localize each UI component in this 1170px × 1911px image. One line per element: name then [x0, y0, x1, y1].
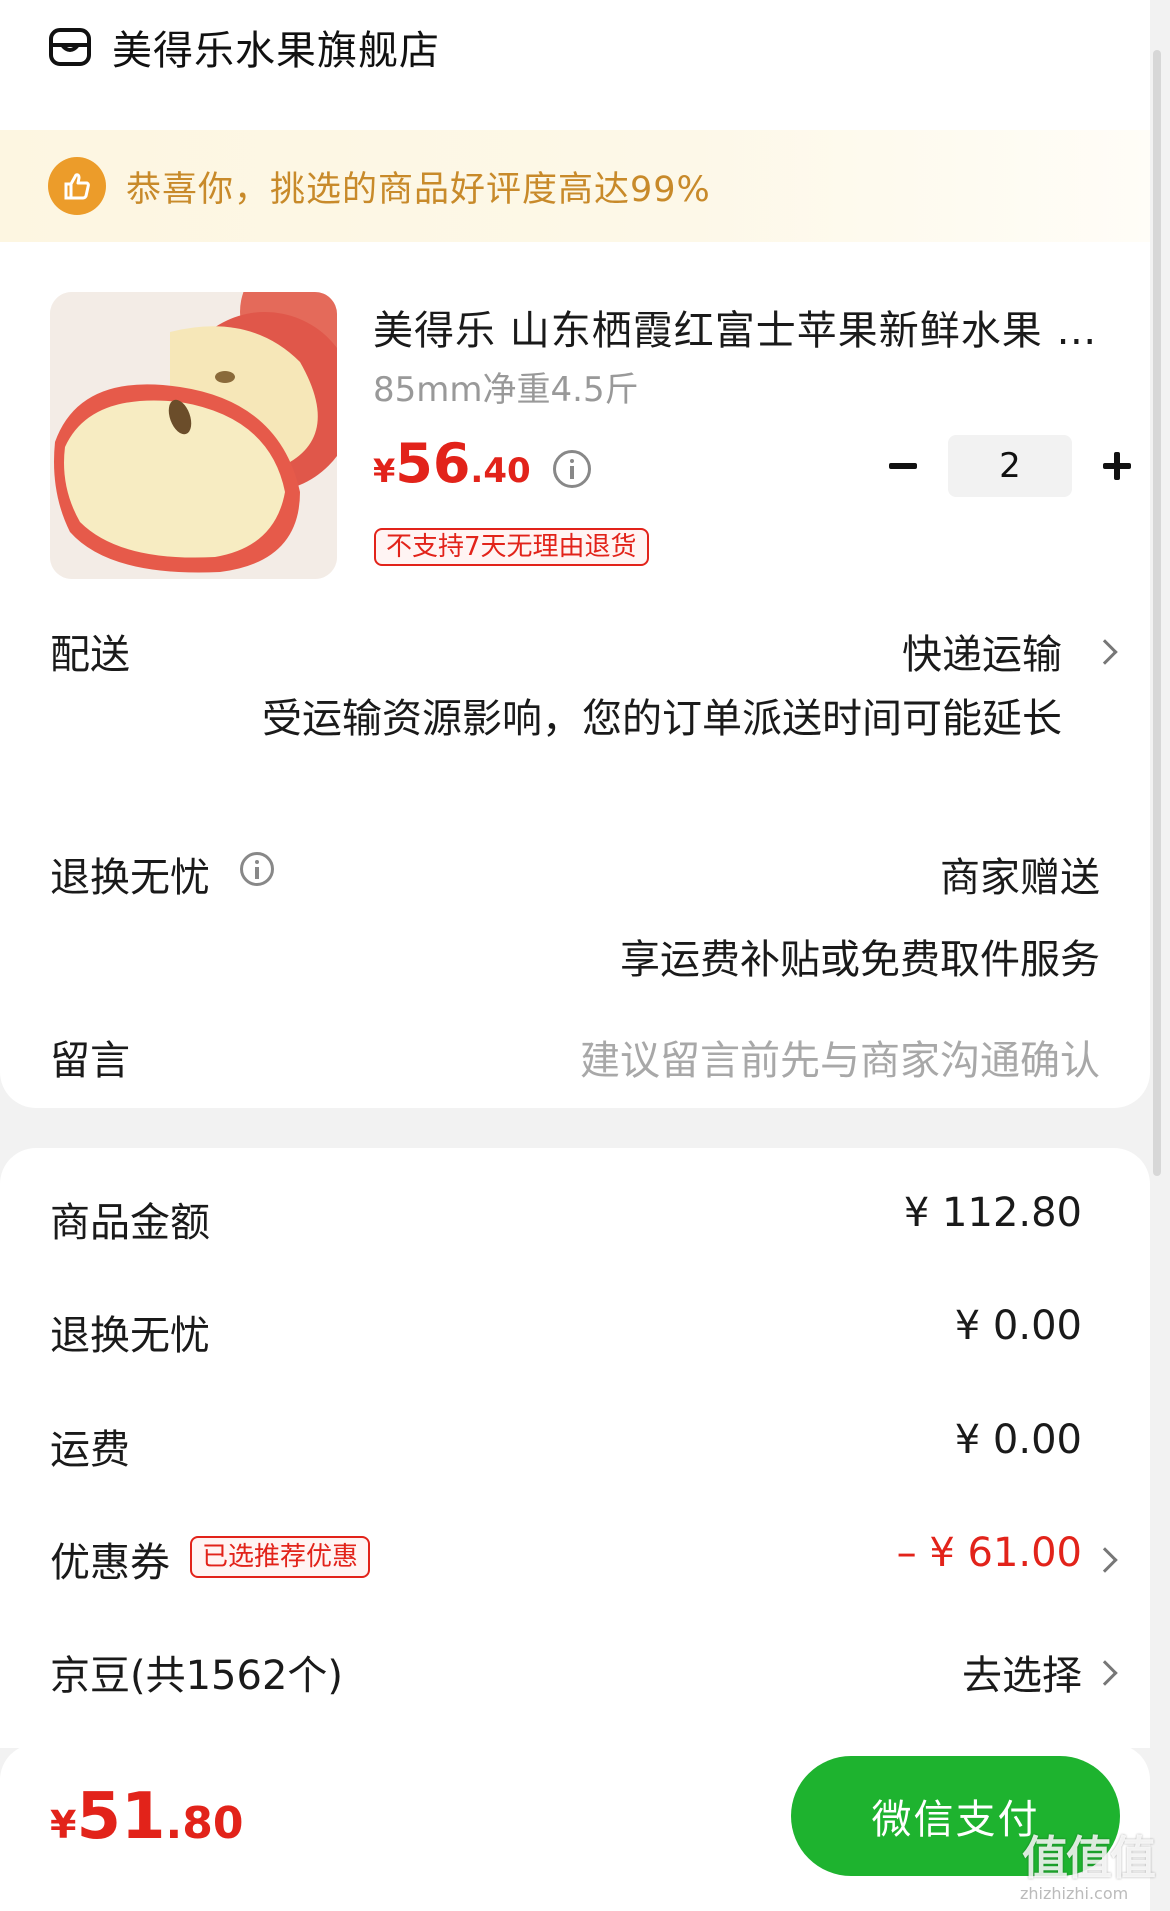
delivery-chevron-icon[interactable] — [1092, 639, 1118, 665]
coupon-label: 优惠券 — [50, 1540, 170, 1586]
total-decimal: .80 — [165, 1798, 244, 1849]
store-icon — [49, 28, 91, 66]
product-image[interactable] — [50, 292, 337, 579]
worry-free-note: 享运费补贴或免费取件服务 — [620, 937, 1100, 983]
store-header[interactable]: 美得乐水果旗舰店 — [48, 20, 440, 74]
total-integer: 51 — [76, 1780, 166, 1854]
scrollbar[interactable] — [1153, 50, 1161, 1176]
goods-amount-value: ¥ 112.80 — [903, 1190, 1082, 1236]
unit-price: ¥ 56 .40 — [373, 432, 591, 495]
rating-banner: 恭喜你，挑选的商品好评度高达99% — [0, 130, 1150, 242]
decrease-quantity-button[interactable] — [880, 443, 926, 489]
jingdou-label: 京豆(共1562个) — [50, 1653, 344, 1699]
order-card: 美得乐水果旗舰店 恭喜你，挑选的商品好评度高达99% 美得乐 山东栖霞红富士苹果… — [0, 0, 1150, 1108]
price-decimal: .40 — [470, 451, 531, 491]
shipping-label: 运费 — [50, 1427, 130, 1473]
thumbs-up-icon — [48, 157, 106, 215]
product-spec[interactable]: 85mm净重4.5斤 — [373, 362, 639, 411]
product-title[interactable]: 美得乐 山东栖霞红富士苹果新鲜水果 … — [373, 298, 1097, 356]
no-return-badge: 不支持7天无理由退货 — [374, 528, 649, 566]
total-price: ¥ 51 .80 — [50, 1780, 243, 1854]
rating-banner-text: 恭喜你，挑选的商品好评度高达99% — [126, 169, 711, 210]
price-currency: ¥ — [373, 452, 396, 490]
coupon-discount-value[interactable]: – ¥ 61.00 — [897, 1530, 1082, 1576]
watermark-logo: 值值值 — [1022, 1831, 1156, 1885]
worry-free-label: 退换无忧 — [50, 855, 210, 901]
coupon-selected-badge: 已选推荐优惠 — [190, 1536, 371, 1578]
jingdou-select-link[interactable]: 去选择 — [962, 1643, 1082, 1701]
price-integer: 56 — [395, 432, 471, 495]
shipping-value: ¥ 0.00 — [954, 1417, 1082, 1463]
quantity-input[interactable]: 2 — [948, 435, 1072, 497]
increase-quantity-button[interactable] — [1094, 443, 1140, 489]
message-label: 留言 — [50, 1038, 130, 1084]
worry-free-info-icon[interactable] — [240, 852, 274, 886]
message-input[interactable]: 建议留言前先与商家沟通确认 — [580, 1028, 1100, 1086]
quantity-stepper: 2 — [880, 435, 1140, 497]
worry-free-fee-label: 退换无忧 — [50, 1313, 210, 1359]
delivery-label: 配送 — [50, 632, 130, 678]
order-confirm-page: 美得乐水果旗舰店 恭喜你，挑选的商品好评度高达99% 美得乐 山东栖霞红富士苹果… — [0, 0, 1170, 1911]
watermark-url: zhizhizhi.com — [1020, 1884, 1129, 1903]
price-info-icon[interactable] — [552, 450, 591, 488]
worry-free-value: 商家赠送 — [940, 855, 1100, 901]
delivery-delay-note: 受运输资源影响，您的订单派送时间可能延长 — [262, 696, 1062, 742]
delivery-method[interactable]: 快递运输 — [902, 622, 1062, 680]
goods-amount-label: 商品金额 — [50, 1200, 210, 1246]
store-name: 美得乐水果旗舰店 — [112, 28, 440, 74]
total-currency: ¥ — [50, 1803, 77, 1847]
worry-free-fee-value: ¥ 0.00 — [954, 1303, 1082, 1349]
